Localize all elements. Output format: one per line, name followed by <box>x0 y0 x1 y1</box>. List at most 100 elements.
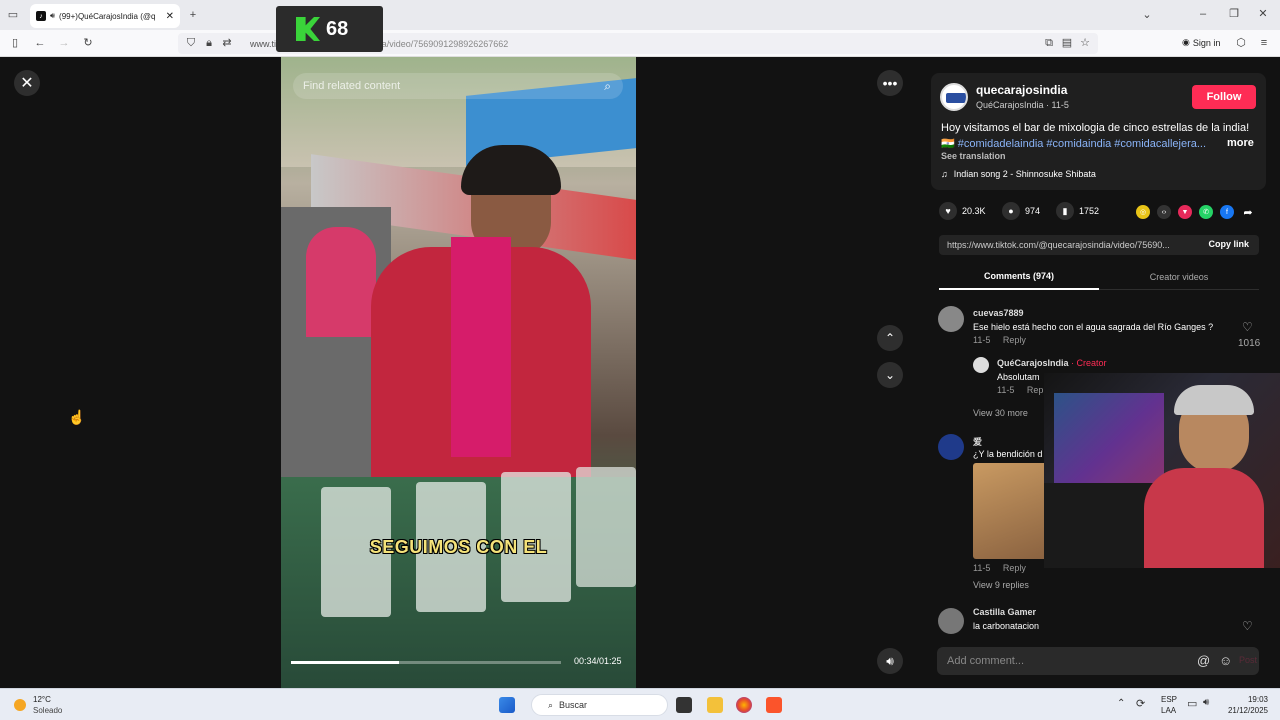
lock-icon[interactable]: 🔒︎ <box>202 36 216 50</box>
see-translation-link[interactable]: See translation <box>941 151 1006 161</box>
language-primary[interactable]: ESP <box>1161 695 1177 704</box>
follow-button[interactable]: Follow <box>1192 85 1256 109</box>
kick-logo-icon <box>296 17 320 41</box>
shield-icon[interactable]: ⛉ <box>184 36 198 50</box>
comment-heart-icon[interactable]: ♡ <box>1242 619 1253 633</box>
search-icon[interactable]: ⌕ <box>604 79 611 94</box>
reply-avatar[interactable] <box>973 357 989 373</box>
more-options-icon[interactable]: ••• <box>877 70 903 96</box>
clock-date[interactable]: 21/12/2025 <box>1218 706 1268 715</box>
comment-action[interactable]: ● 974 <box>1002 202 1040 220</box>
video-progress-bar[interactable] <box>291 661 561 664</box>
comment-avatar[interactable] <box>938 608 964 634</box>
tray-chevron-icon[interactable]: ⌃ <box>1117 698 1125 709</box>
close-video-button[interactable]: ✕ <box>14 70 40 96</box>
reply-username[interactable]: QuéCarajosIndia · Creator <box>997 358 1107 368</box>
reply-reply-button[interactable]: Rep <box>1027 385 1044 395</box>
author-display: QuéCarajosIndia · 11-5 <box>976 100 1069 110</box>
like-action[interactable]: ♥ 20.3K <box>939 202 986 220</box>
copy-link-button[interactable]: Copy link <box>1208 239 1249 249</box>
task-view-icon[interactable] <box>676 697 692 713</box>
share-send-icon[interactable]: ▼ <box>1178 205 1192 219</box>
video-caption: SEGUIMOS CON EL <box>369 537 548 557</box>
facebook-icon[interactable]: f <box>1220 205 1234 219</box>
close-window-icon[interactable]: ✕ <box>1256 7 1270 21</box>
reply-button[interactable]: Reply <box>1003 563 1026 573</box>
reload-icon[interactable]: ↻ <box>81 36 95 50</box>
sign-in-label: Sign in <box>1192 37 1221 48</box>
author-username[interactable]: quecarajosindia <box>976 83 1067 97</box>
volume-tray-icon[interactable]: 🔊︎ <box>1203 697 1209 708</box>
permissions-icon[interactable]: ⇄ <box>220 36 234 50</box>
video-link-url[interactable]: https://www.tiktok.com/@quecarajosindia/… <box>947 240 1170 250</box>
weather-condition[interactable]: Soleado <box>33 706 62 715</box>
comment-avatar[interactable] <box>938 434 964 460</box>
save-action[interactable]: ▮ 1752 <box>1056 202 1099 220</box>
sync-icon[interactable]: ⟳ <box>1136 697 1145 710</box>
find-related-search[interactable]: Find related content ⌕ <box>293 73 623 99</box>
browser-tab[interactable]: ♪ 🔊︎ (99+)QuéCarajosIndia (@q ✕ <box>30 4 180 28</box>
firefox-icon[interactable] <box>736 697 752 713</box>
network-icon[interactable]: ▭ <box>1187 697 1197 710</box>
sign-in-button[interactable]: ◉ Sign in <box>1182 37 1220 48</box>
more-link[interactable]: more <box>1227 137 1254 149</box>
volume-icon[interactable]: 🔊︎ <box>877 648 903 674</box>
tab-overview-icon[interactable]: ▭ <box>6 8 20 22</box>
reader-icon[interactable]: ▤ <box>1060 36 1074 50</box>
post-button[interactable]: Post <box>1239 655 1257 665</box>
close-tab-icon[interactable]: ✕ <box>166 11 174 22</box>
comment-heart-icon[interactable]: ♡ <box>1242 320 1253 334</box>
comment-dog-image[interactable] <box>973 463 1048 559</box>
creator-badge: · Creator <box>1071 358 1107 368</box>
coin-icon[interactable]: ◎ <box>1136 205 1150 219</box>
forward-icon[interactable]: → <box>57 36 71 50</box>
language-secondary[interactable]: LAA <box>1161 706 1176 715</box>
back-icon[interactable]: ← <box>33 36 47 50</box>
weather-temp[interactable]: 12°C <box>33 695 51 704</box>
bookmark-star-icon[interactable]: ☆ <box>1078 36 1092 50</box>
comment-username[interactable]: Castilla Gamer <box>973 607 1036 617</box>
desk <box>1044 483 1154 568</box>
list-tabs-icon[interactable]: ⌄ <box>1140 8 1154 22</box>
next-video-icon[interactable]: ⌄ <box>877 362 903 388</box>
add-comment-input[interactable]: Add comment... @ ☺ <box>937 647 1259 675</box>
sun-icon <box>14 699 26 711</box>
view-more-replies[interactable]: View 30 more <box>973 408 1028 418</box>
comment-username[interactable]: cuevas7889 <box>973 308 1024 318</box>
comment-username[interactable]: 爱 <box>973 435 982 448</box>
comment-count: 974 <box>1025 206 1041 216</box>
windows-start-icon[interactable] <box>499 697 515 713</box>
maximize-icon[interactable]: ❐ <box>1227 7 1241 21</box>
tab-comments[interactable]: Comments (974) <box>939 264 1099 290</box>
brave-icon[interactable] <box>766 697 782 713</box>
mention-icon[interactable]: @ <box>1197 653 1210 668</box>
new-tab-icon[interactable]: + <box>186 8 200 22</box>
minimize-icon[interactable]: – <box>1196 7 1210 21</box>
view-replies[interactable]: View 9 replies <box>973 580 1029 590</box>
taskbar-search[interactable]: ⌕ Buscar <box>531 694 668 716</box>
pip-icon[interactable]: ⧉ <box>1042 36 1056 50</box>
menu-icon[interactable]: ≡ <box>1257 36 1271 50</box>
whatsapp-icon[interactable]: ✆ <box>1199 205 1213 219</box>
share-arrow-icon[interactable]: ➦ <box>1241 205 1255 219</box>
author-avatar[interactable] <box>940 83 968 111</box>
clock-time[interactable]: 19:03 <box>1228 695 1268 704</box>
reply-button[interactable]: Reply <box>1003 335 1026 345</box>
hashtags[interactable]: #comidadelaindia #comidaindia #comidacal… <box>958 138 1206 150</box>
extensions-icon[interactable]: ⬡ <box>1234 36 1248 50</box>
author-card: quecarajosindia QuéCarajosIndia · 11-5 F… <box>931 73 1266 190</box>
comment-icon: ● <box>1002 202 1020 220</box>
sidebar-icon[interactable]: ▯ <box>8 36 22 50</box>
embed-icon[interactable]: ‹› <box>1157 205 1171 219</box>
like-count: 20.3K <box>962 206 986 216</box>
speaker-icon[interactable]: 🔊︎ <box>50 11 55 21</box>
previous-video-icon[interactable]: ⌃ <box>877 325 903 351</box>
tab-creator-videos[interactable]: Creator videos <box>1099 264 1259 290</box>
file-explorer-icon[interactable] <box>707 697 723 713</box>
emoji-icon[interactable]: ☺ <box>1219 653 1232 668</box>
india-flag-icon: 🇮🇳 <box>941 138 955 150</box>
music-note-icon: ♫ <box>941 169 948 179</box>
music-row[interactable]: ♫ Indian song 2 - Shinnosuke Shibata <box>941 169 1096 179</box>
comment-avatar[interactable] <box>938 306 964 332</box>
video-player[interactable]: Find related content ⌕ SEGUIMOS CON EL 0… <box>281 57 636 688</box>
